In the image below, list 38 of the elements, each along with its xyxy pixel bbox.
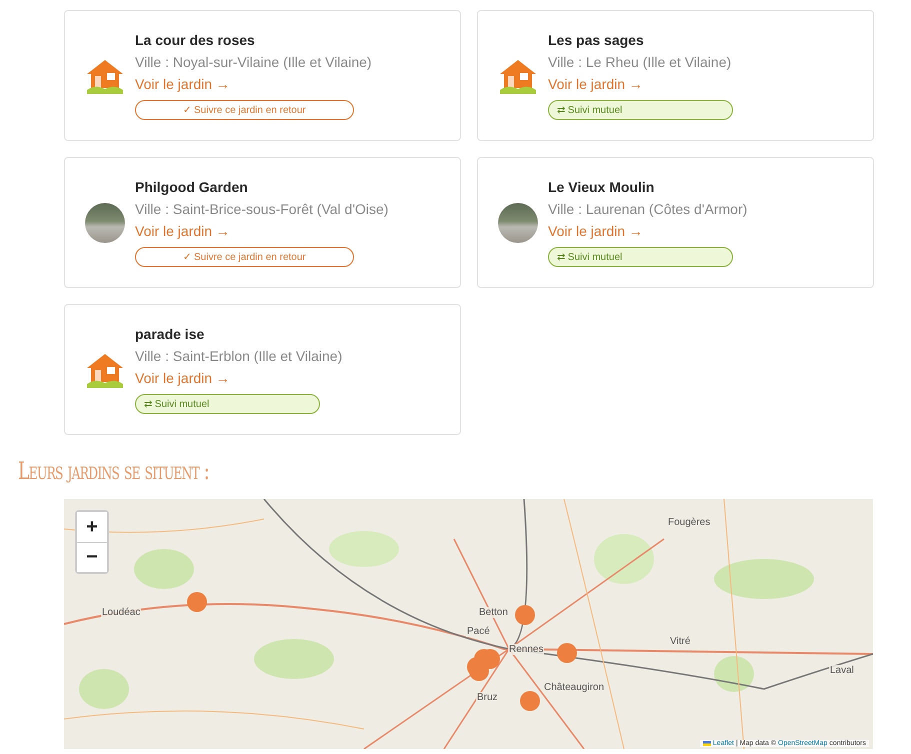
- map-place-label: Châteaugiron: [543, 682, 606, 693]
- map-place-label: Pacé: [466, 626, 491, 637]
- view-garden-link[interactable]: Voir le jardin →: [548, 76, 643, 92]
- map-place-label: Laval: [829, 665, 855, 676]
- view-garden-link[interactable]: Voir le jardin →: [135, 370, 230, 386]
- mutual-follow-badge[interactable]: ⇄ Suivi mutuel: [135, 394, 320, 414]
- mutual-follow-badge[interactable]: ⇄ Suivi mutuel: [548, 100, 733, 120]
- map-place-label: Loudéac: [101, 607, 142, 618]
- map-place-label: Bruz: [476, 692, 499, 703]
- garden-city: Ville : Saint-Erblon (Ille et Vilaine): [135, 348, 342, 364]
- view-garden-link[interactable]: Voir le jardin →: [135, 222, 230, 238]
- garden-photo: [85, 202, 125, 242]
- flag-icon: [702, 741, 711, 746]
- garden-name: Le Vieux Moulin: [548, 178, 654, 194]
- garden-city: Ville : Laurenan (Côtes d'Armor): [548, 200, 748, 216]
- map-place-label: Fougères: [667, 517, 712, 528]
- view-garden-link[interactable]: Voir le jardin →: [135, 76, 230, 92]
- garden-city: Ville : Noyal-sur-Vilaine (Ille et Vilaine): [135, 54, 372, 70]
- map-place-label: Vitré: [669, 636, 692, 647]
- garden-name: parade ise: [135, 326, 204, 342]
- map-marker[interactable]: [557, 643, 577, 663]
- map-marker[interactable]: [515, 605, 535, 625]
- view-garden-link[interactable]: Voir le jardin →: [548, 222, 643, 238]
- garden-city: Ville : Saint-Brice-sous-Forêt (Val d'Oise): [135, 200, 388, 216]
- mutual-follow-badge[interactable]: ⇄ Suivi mutuel: [548, 246, 733, 266]
- map-place-label: Rennes: [508, 644, 544, 655]
- map-marker[interactable]: [520, 691, 540, 711]
- garden-name: Philgood Garden: [135, 178, 248, 194]
- map-place-label: Betton: [478, 607, 509, 618]
- follow-back-button[interactable]: ✓ Suivre ce jardin en retour: [135, 100, 354, 120]
- garden-photo: [498, 202, 538, 242]
- section-heading: Leurs jardins se situent :: [18, 457, 210, 485]
- garden-name: La cour des roses: [135, 32, 255, 48]
- map-marker[interactable]: [187, 592, 207, 612]
- zoom-out-button[interactable]: −: [77, 542, 107, 572]
- garden-name: Les pas sages: [548, 32, 644, 48]
- follow-back-button[interactable]: ✓ Suivre ce jardin en retour: [135, 246, 354, 266]
- garden-city: Ville : Le Rheu (Ille et Vilaine): [548, 54, 732, 70]
